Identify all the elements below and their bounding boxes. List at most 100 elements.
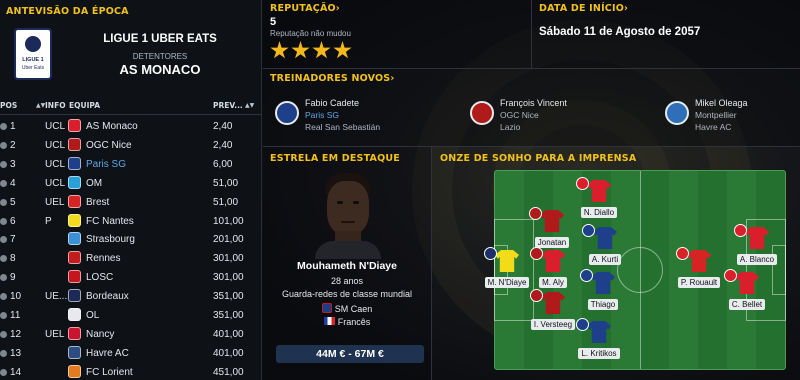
- table-row[interactable]: 6 P FC Nantes 101,00: [0, 212, 262, 231]
- dream-team-player[interactable]: A. Blanco: [728, 224, 786, 267]
- manager-name[interactable]: Fabio Cadete: [305, 98, 359, 108]
- club-crest-icon: [68, 119, 81, 132]
- manager-club[interactable]: Paris SG: [305, 110, 339, 120]
- new-manager-item[interactable]: François Vincent OGC Nice Lazio: [470, 95, 660, 135]
- position-indicator-icon: [0, 255, 7, 263]
- row-team[interactable]: Paris SG: [86, 159, 126, 170]
- col-prev[interactable]: PREV...: [213, 101, 243, 110]
- row-team[interactable]: LOSC: [86, 272, 113, 283]
- row-team[interactable]: Havre AC: [86, 348, 129, 359]
- dream-team-player[interactable]: L. Kritikos: [570, 318, 628, 361]
- table-row[interactable]: 9 LOSC 301,00: [0, 268, 262, 287]
- row-team[interactable]: AS Monaco: [86, 121, 138, 132]
- club-crest-icon: [68, 308, 81, 321]
- dream-team-player[interactable]: C. Bellet: [718, 269, 776, 312]
- start-date-title[interactable]: DATA DE INÍCIO›: [539, 3, 628, 14]
- row-prev: 401,00: [213, 328, 244, 340]
- row-team[interactable]: Nancy: [86, 329, 114, 340]
- reputation-stars: [270, 41, 354, 65]
- manager-previous-club[interactable]: Lazio: [500, 122, 520, 132]
- club-crest-icon: [68, 364, 81, 378]
- row-team[interactable]: FC Lorient: [86, 367, 133, 378]
- dream-team-player[interactable]: Jonatan: [523, 207, 581, 250]
- club-crest-icon: [529, 207, 542, 220]
- new-manager-item[interactable]: Fabio Cadete Paris SG Real San Sebastián: [275, 95, 465, 135]
- manager-previous-club[interactable]: Real San Sebastián: [305, 122, 380, 132]
- table-row[interactable]: 10 UE... Bordeaux 351,00: [0, 287, 262, 306]
- row-pos: 7: [10, 234, 16, 246]
- row-team[interactable]: Rennes: [86, 253, 120, 264]
- manager-previous-club[interactable]: Havre AC: [695, 122, 731, 132]
- club-crest-icon: [580, 269, 593, 282]
- table-row[interactable]: 12 UEL Nancy 401,00: [0, 325, 262, 344]
- reputation-subtitle: Reputação não mudou: [270, 29, 351, 38]
- player-name: C. Bellet: [728, 299, 766, 310]
- table-row[interactable]: 8 Rennes 301,00: [0, 249, 262, 268]
- manager-name[interactable]: François Vincent: [500, 98, 567, 108]
- logo-text-top: LIGUE 1: [22, 57, 44, 63]
- position-indicator-icon: [0, 179, 7, 187]
- star-player-age: 28 anos: [330, 276, 364, 286]
- manager-club[interactable]: OGC Nice: [500, 110, 539, 120]
- row-info: UCL: [45, 121, 66, 132]
- dream-team-player[interactable]: Thiago: [574, 269, 632, 312]
- france-flag-icon: [323, 317, 335, 325]
- sort-arrow-icon: ▲▼: [36, 102, 46, 109]
- row-pos: 12: [10, 328, 22, 340]
- table-row[interactable]: 13 Havre AC 401,00: [0, 344, 262, 363]
- table-row[interactable]: 11 OL 351,00: [0, 306, 262, 325]
- table-row[interactable]: 14 FC Lorient 451,00: [0, 363, 262, 380]
- shirt-icon: [587, 321, 611, 343]
- table-row[interactable]: 5 UEL Brest 51,00: [0, 193, 262, 212]
- position-indicator-icon: [0, 274, 7, 282]
- position-indicator-icon: [0, 349, 7, 357]
- shirt-icon: [687, 250, 711, 272]
- star-player-name[interactable]: Mouhameth N'Diaye: [263, 260, 431, 272]
- col-info[interactable]: INFO: [45, 101, 66, 110]
- row-team[interactable]: Strasbourg: [86, 234, 135, 245]
- col-pos[interactable]: POS: [0, 101, 17, 110]
- shirt-icon: [495, 250, 519, 272]
- row-pos: 9: [10, 272, 16, 284]
- star-player-value: 44M € - 67M €: [276, 345, 424, 363]
- row-info: UEL: [45, 196, 65, 208]
- player-name: M. N'Diaye: [484, 277, 530, 288]
- row-prev: 6,00: [213, 158, 233, 170]
- row-team[interactable]: OL: [86, 310, 99, 321]
- row-team[interactable]: FC Nantes: [86, 216, 134, 227]
- row-info: UCL: [45, 139, 66, 151]
- dream-team-title: ONZE DE SONHO PARA A IMPRENSA: [440, 153, 637, 164]
- star-player-nationality-line: Francês: [263, 317, 431, 327]
- club-crest-icon: [665, 101, 689, 125]
- position-indicator-icon: [0, 312, 7, 319]
- club-crest-icon: [68, 326, 81, 340]
- row-team[interactable]: Bordeaux: [86, 291, 129, 302]
- manager-name[interactable]: Mikel Oleaga: [695, 98, 748, 108]
- reputation-title[interactable]: REPUTAÇÃO›: [270, 3, 340, 14]
- table-row[interactable]: 2 UCL OGC Nice 2,40: [0, 136, 262, 155]
- dream-team-player[interactable]: A. Kurti: [576, 224, 634, 267]
- row-team[interactable]: OM: [86, 178, 102, 189]
- player-portrait[interactable]: [315, 173, 381, 259]
- row-pos: 4: [10, 177, 16, 189]
- season-preview-panel: ANTEVISÃO DA ÉPOCA LIGUE 1 Uber Eats LIG…: [0, 0, 262, 380]
- star-player-club-line[interactable]: SM Caen: [263, 303, 431, 314]
- table-row[interactable]: 1 UCL AS Monaco 2,40: [0, 117, 262, 136]
- table-row[interactable]: 7 Strasbourg 201,00: [0, 230, 262, 249]
- player-name: A. Kurti: [588, 254, 622, 265]
- table-row[interactable]: 4 UCL OM 51,00: [0, 174, 262, 193]
- new-manager-item[interactable]: Mikel Oleaga Montpellier Havre AC: [665, 95, 800, 135]
- manager-club[interactable]: Montpellier: [695, 110, 737, 120]
- position-indicator-icon: [0, 160, 7, 168]
- row-team[interactable]: Brest: [86, 197, 109, 208]
- table-row[interactable]: 3 UCL Paris SG 6,00: [0, 155, 262, 174]
- row-info: P: [45, 215, 52, 227]
- player-name: I. Versteeg: [530, 319, 576, 330]
- start-date-panel: DATA DE INÍCIO› Sábado 11 de Agosto de 2…: [532, 0, 800, 68]
- row-prev: 101,00: [213, 215, 244, 227]
- club-crest-icon: [484, 247, 497, 260]
- new-managers-title[interactable]: TREINADORES NOVOS›: [270, 73, 394, 84]
- col-team[interactable]: EQUIPA: [69, 101, 100, 110]
- row-team[interactable]: OGC Nice: [86, 140, 132, 151]
- club-crest-icon: [68, 232, 81, 246]
